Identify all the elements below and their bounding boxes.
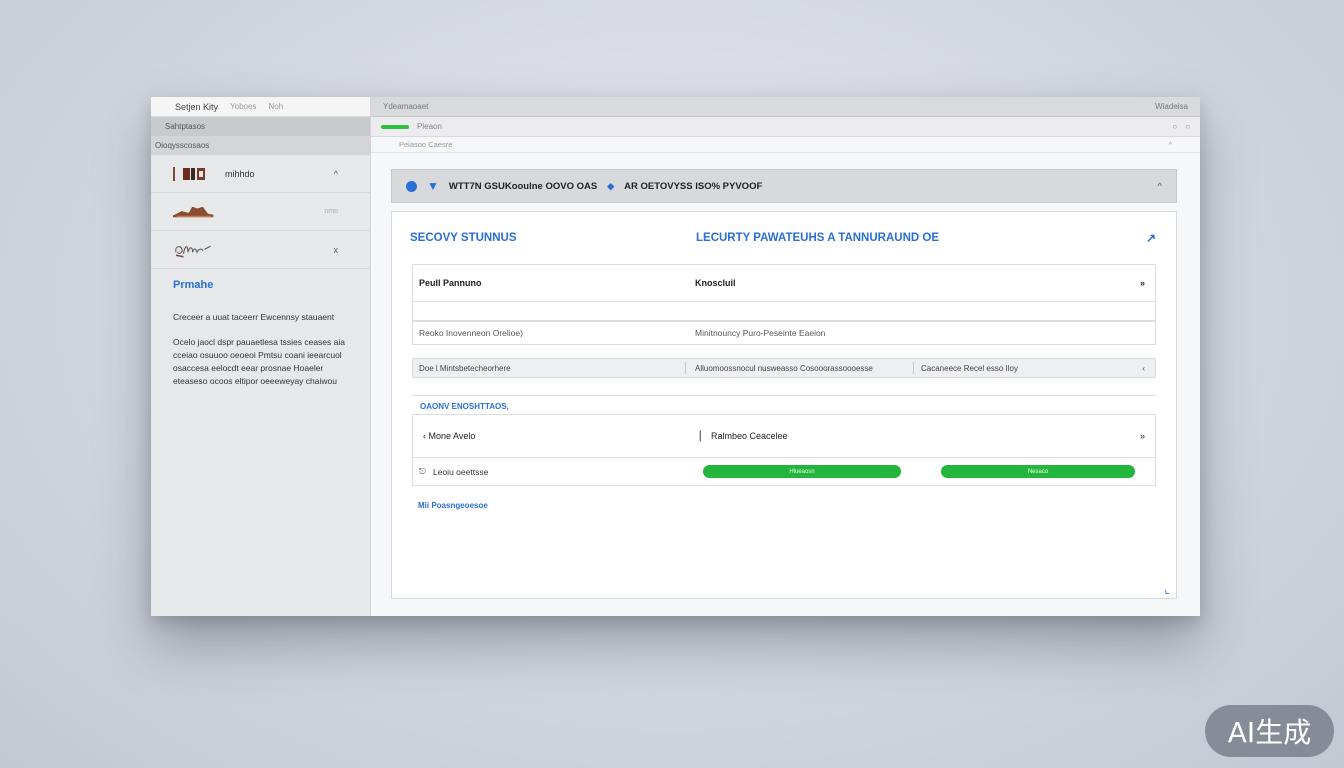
card-subtitle: LECURTY PAWATEUHS A TANNURAUND OE bbox=[696, 232, 939, 244]
sidebar: Setjen Kity Yoboes Noh Sahtptasos Oioqys… bbox=[151, 97, 371, 616]
lock-icon: ⎋ bbox=[419, 466, 426, 476]
row-label: Peull Pannuno bbox=[419, 278, 482, 288]
location-pin-icon: ▼ bbox=[427, 179, 439, 193]
sidebar-header: Setjen Kity Yoboes Noh bbox=[151, 97, 370, 117]
window-title: Ydeamaoaet bbox=[383, 102, 429, 111]
enable-button[interactable]: Hlueaosn bbox=[703, 465, 901, 478]
section-title: OAONV ENOSHTTAOS, bbox=[412, 395, 1156, 415]
refresh-icon[interactable]: ○ bbox=[1172, 122, 1177, 131]
checkbox[interactable]: ⎢ bbox=[699, 431, 704, 442]
chevron-up-icon[interactable]: ^ bbox=[334, 169, 338, 179]
row-label-text: Mone Avelo bbox=[428, 431, 476, 441]
sidebar-item-1[interactable]: mihhdo ^ bbox=[151, 155, 370, 193]
confirm-button[interactable]: Nesaco bbox=[941, 465, 1135, 478]
ai-generated-badge: AI生成 bbox=[1205, 705, 1334, 757]
row-label: Leoiu oeettsse bbox=[433, 466, 489, 477]
column-header: Alluomoossnocul nusweasso Cosooorassoooe… bbox=[695, 363, 873, 373]
breadcrumb-collapse[interactable]: ^ bbox=[1168, 140, 1172, 149]
sidebar-item-3[interactable]: x bbox=[151, 231, 370, 269]
window-title-right: Wiadeisa bbox=[1155, 102, 1188, 111]
sidebar-title: Setjen Kity bbox=[175, 101, 219, 112]
card-title: SECOVY STUNNUS bbox=[410, 232, 517, 244]
chevron-left-icon[interactable]: ‹ bbox=[1142, 364, 1145, 373]
breadcrumb-text[interactable]: Peiasoo Caesre bbox=[399, 140, 452, 149]
mountain-image-icon bbox=[173, 201, 215, 223]
banner-collapse[interactable]: ^ bbox=[1158, 181, 1162, 192]
sidebar-item-label: mihhdo bbox=[225, 168, 255, 179]
banner-text-2: AR OETOVYSS ISO% PYVOOF bbox=[624, 180, 763, 192]
address-bar[interactable]: Pleaon ○ ○ bbox=[371, 117, 1200, 137]
table-row-empty bbox=[412, 302, 1156, 321]
row-label: Reoko Inovenneon Orelioe) bbox=[419, 328, 523, 338]
table-row[interactable]: Peull Pannuno Knoscluil » bbox=[412, 264, 1156, 302]
table-row[interactable]: ⎋ Leoiu oeettsse Hlueaosn Nesaco bbox=[412, 458, 1156, 486]
sidebar-section-header[interactable]: Sahtptasos bbox=[151, 117, 370, 136]
table-header-row: Doe l Mintsbetecheorhere Alluomoossnocul… bbox=[412, 358, 1156, 378]
secure-indicator bbox=[381, 124, 409, 129]
address-text[interactable]: Pleaon bbox=[417, 122, 442, 131]
table-row[interactable]: ‹ Mone Avelo ⎢ Ralmbeo Ceacelee » bbox=[412, 414, 1156, 458]
table-row[interactable]: Reoko Inovenneon Orelioe) Minitnouncy Pu… bbox=[412, 321, 1156, 345]
title-bar: Ydeamaoaet Wiadeisa bbox=[371, 97, 1200, 117]
signature-icon bbox=[173, 239, 215, 261]
app-window: Setjen Kity Yoboes Noh Sahtptasos Oioqys… bbox=[151, 97, 1200, 616]
row-label: ‹ Mone Avelo bbox=[423, 431, 476, 441]
row-value: Minitnouncy Puro-Peseinte Eaeion bbox=[695, 328, 826, 338]
diamond-icon: ◆ bbox=[607, 180, 615, 191]
sidebar-subtitle: Yoboes bbox=[230, 102, 257, 111]
card-header: SECOVY STUNNUS LECURTY PAWATEUHS A TANNU… bbox=[410, 231, 1156, 245]
info-dot-icon bbox=[406, 180, 417, 192]
toolbox-icon bbox=[173, 163, 215, 185]
expand-icon[interactable]: ↗ bbox=[1146, 231, 1156, 245]
sidebar-item-meta: nmo bbox=[324, 208, 338, 215]
more-settings-link[interactable]: Mii Poasngeoesoe bbox=[418, 501, 488, 510]
settings-icon[interactable]: ○ bbox=[1185, 122, 1190, 131]
main-panel: Ydeamaoaet Wiadeisa Pleaon ○ ○ Peiasoo C… bbox=[371, 97, 1200, 616]
chevron-right-icon[interactable]: » bbox=[1140, 278, 1145, 288]
sidebar-subtitle-2: Noh bbox=[268, 102, 284, 111]
chevron-right-icon[interactable]: » bbox=[1140, 431, 1145, 441]
security-card: SECOVY STUNNUS LECURTY PAWATEUHS A TANNU… bbox=[391, 211, 1177, 599]
resize-handle-icon[interactable]: ⌞ bbox=[1164, 582, 1170, 596]
sidebar-description: Creceer a uuat taceerr Ewcennsy stauaent bbox=[173, 312, 335, 322]
row-value: Knoscluil bbox=[695, 278, 736, 288]
sidebar-details: Ocelo jaocl dspr pauaetlesa tssies cease… bbox=[173, 337, 345, 386]
sidebar-item-2[interactable]: nmo bbox=[151, 193, 370, 231]
row-value: Ralmbeo Ceacelee bbox=[711, 431, 788, 441]
close-icon[interactable]: x bbox=[334, 245, 339, 255]
column-header: Cacaneece Recel esso Iloy bbox=[921, 363, 1018, 373]
status-banner: ▼ WTT7N GSUKooulne OOVO OAS ◆ AR OETOVYS… bbox=[391, 169, 1177, 203]
breadcrumb: Peiasoo Caesre ^ bbox=[371, 137, 1200, 153]
sidebar-link-profile[interactable]: Prmahe bbox=[151, 269, 370, 307]
sidebar-section-subheader[interactable]: Oioqysscosaos bbox=[151, 136, 370, 155]
column-header: Doe l Mintsbetecheorhere bbox=[419, 363, 511, 373]
banner-text: WTT7N GSUKooulne OOVO OAS bbox=[448, 180, 598, 192]
